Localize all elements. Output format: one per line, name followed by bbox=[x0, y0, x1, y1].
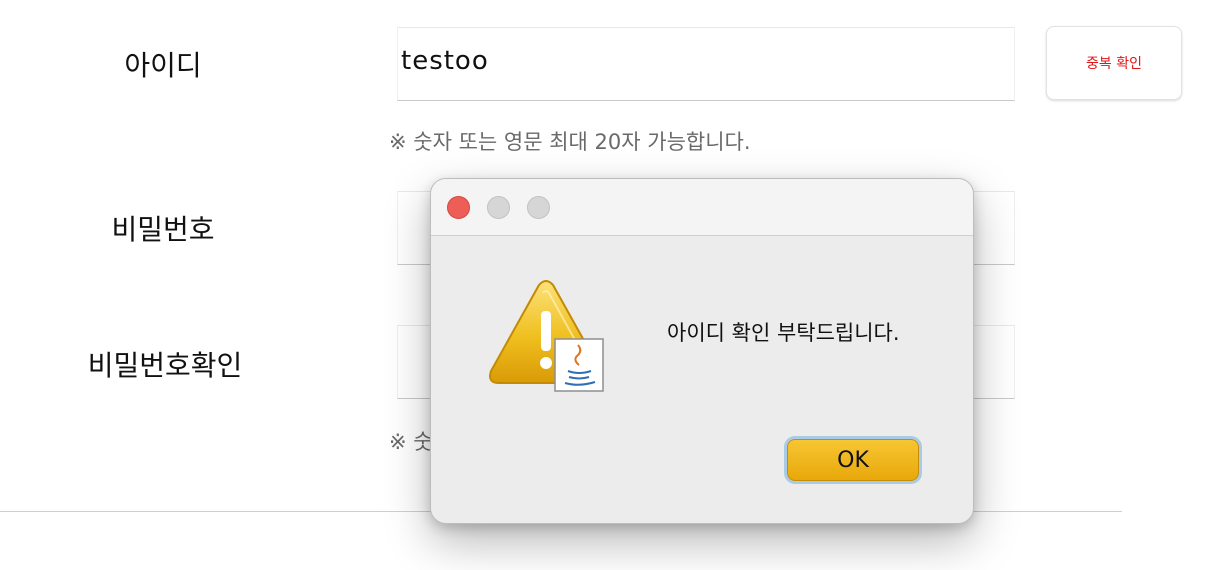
alert-dialog: 아이디 확인 부탁드립니다. OK bbox=[430, 178, 974, 524]
id-input[interactable]: testoo bbox=[397, 27, 1015, 101]
duplicate-check-button[interactable]: 중복 확인 bbox=[1046, 26, 1182, 100]
id-input-value: testoo bbox=[401, 46, 489, 76]
signup-form: 아이디 testoo 중복 확인 ※ 숫자 또는 영문 최대 20자 가능합니다… bbox=[0, 0, 1212, 570]
maximize-window-icon bbox=[527, 196, 550, 219]
id-label: 아이디 bbox=[124, 49, 202, 82]
warning-java-icon bbox=[485, 279, 607, 393]
ok-button[interactable]: OK bbox=[787, 439, 919, 481]
password-confirm-label: 비밀번호확인 bbox=[87, 349, 243, 382]
dialog-titlebar bbox=[431, 179, 973, 236]
dialog-message: 아이디 확인 부탁드립니다. bbox=[667, 321, 900, 345]
password-label: 비밀번호 bbox=[111, 213, 215, 246]
close-window-icon[interactable] bbox=[447, 196, 470, 219]
id-hint: ※ 숫자 또는 영문 최대 20자 가능합니다. bbox=[389, 130, 751, 154]
password-hint: ※ 숫 bbox=[389, 430, 433, 454]
minimize-window-icon bbox=[487, 196, 510, 219]
